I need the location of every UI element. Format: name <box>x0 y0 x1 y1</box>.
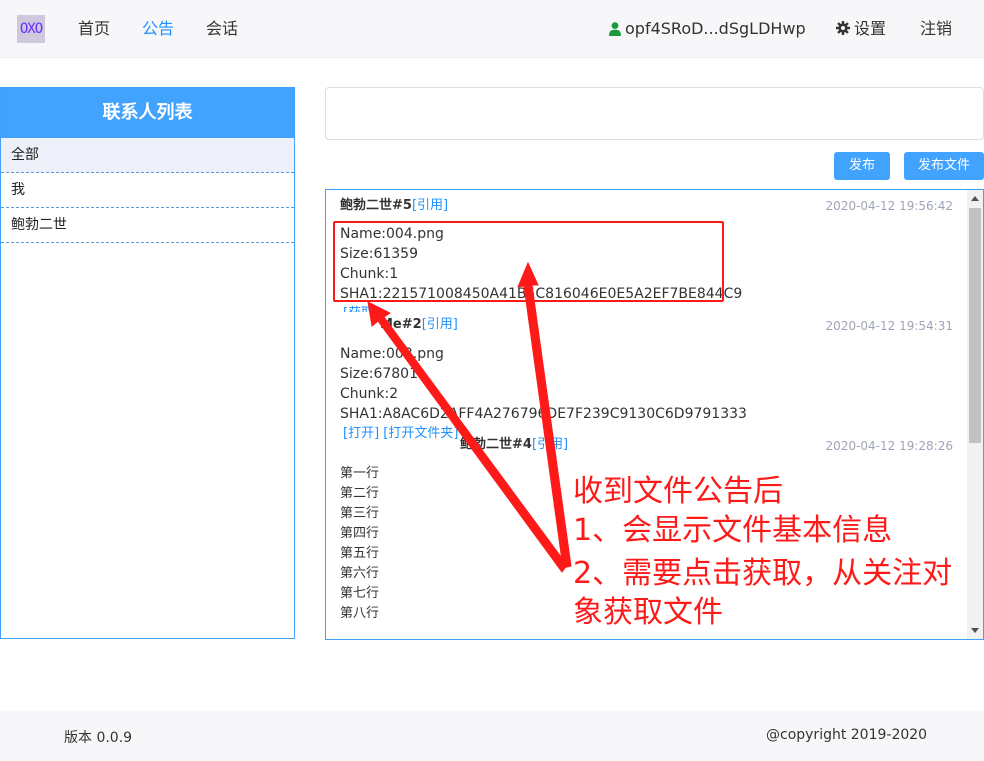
footer: 版本 0.0.9 @copyright 2019-2020 <box>0 711 984 761</box>
version-label: 版本 0.0.9 <box>64 730 133 746</box>
annotation-line: 2、需要点击获取，从关注对 <box>573 556 953 591</box>
copyright-label: @copyright 2019-2020 <box>766 727 928 743</box>
annotation-arrows <box>367 261 572 573</box>
annotation-line: 1、会显示文件基本信息 <box>573 513 893 548</box>
annotation-line: 象获取文件 <box>573 595 723 630</box>
annotation-line: 收到文件公告后 <box>573 474 783 509</box>
